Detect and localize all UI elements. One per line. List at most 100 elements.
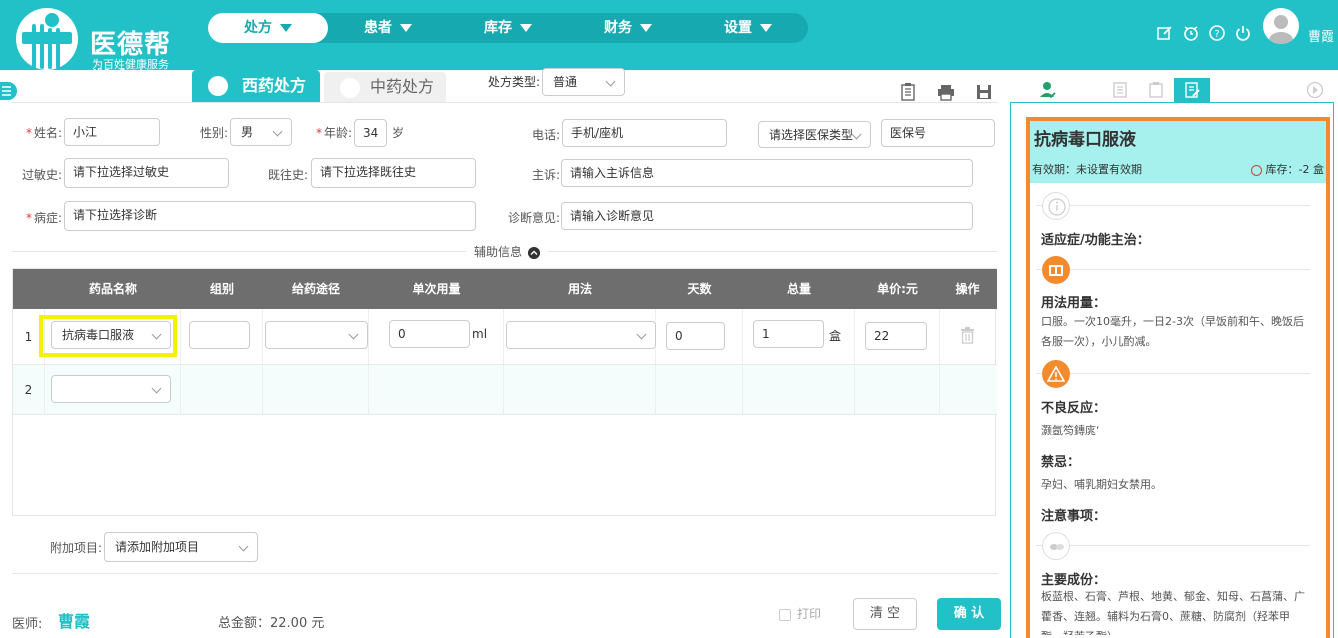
tab-history[interactable] (1102, 78, 1138, 102)
table-row: 2 (13, 365, 997, 415)
chevron-down-icon (280, 24, 292, 32)
name-input[interactable]: 小江 (64, 118, 160, 146)
info-icon (1042, 192, 1070, 220)
aux-info-toggle[interactable]: 辅助信息 (466, 243, 548, 260)
user-icon (1269, 15, 1293, 44)
user-name[interactable]: 曹霞 (1308, 26, 1334, 45)
usage-text: 口服。一次10毫升，一日2-3次（早饭前和午、晚饭后各服一次），小儿酌减。 (1041, 315, 1304, 348)
gender-select[interactable]: 男 (230, 118, 292, 146)
alarm-clock-icon[interactable] (1182, 24, 1200, 42)
history-input[interactable]: 请下拉选择既往史 (311, 158, 476, 188)
adverse-title: 不良反应： (1041, 401, 1107, 416)
diagnosis-label: * 病症: (25, 211, 62, 225)
table-row: 1 抗病毒口服液 0 ml 0 1 盒 22 (13, 309, 997, 365)
group-input[interactable] (189, 321, 250, 349)
save-icon[interactable] (974, 82, 994, 102)
usage-icon (1042, 256, 1070, 284)
warning-triangle-icon (1042, 360, 1070, 388)
tab-patient-check[interactable] (1030, 78, 1066, 102)
tab-drug-info[interactable] (1174, 78, 1210, 102)
extra-label: 附加项目: (50, 541, 103, 555)
logo-icon (16, 8, 78, 70)
help-icon[interactable]: ? (1208, 24, 1226, 42)
action-cell (940, 309, 995, 364)
edit-icon[interactable] (1156, 24, 1174, 42)
indication-title: 适应症/功能主治： (1041, 233, 1150, 248)
usage-select[interactable] (506, 321, 656, 349)
opinion-input[interactable]: 请输入诊断意见 (561, 202, 973, 230)
rx-type-select[interactable]: 普通 (542, 68, 625, 96)
ingredient-text: 板蓝根、石膏、芦根、地黄、郁金、知母、石菖蒲、广藿香、连翘。辅料为石膏0、蔗糖、… (1041, 590, 1305, 635)
days-input[interactable]: 0 (666, 322, 725, 350)
nav-inventory[interactable]: 库存 (448, 13, 568, 43)
clipboard-icon[interactable] (898, 82, 918, 102)
nav-patient[interactable]: 患者 (328, 13, 448, 43)
phone-label: 电话: (531, 128, 560, 142)
rx-type-label: 处方类型: (488, 75, 541, 89)
brand-slogan-en: All For People' s Health (92, 68, 156, 84)
th-usage: 用法 (567, 282, 592, 296)
nav-finance[interactable]: 财务 (568, 13, 688, 43)
usage-title: 用法用量： (1041, 296, 1107, 311)
doctor-name: 曹霞 (58, 612, 91, 631)
th-action: 操作 (955, 282, 980, 296)
chevron-down-icon (520, 24, 532, 32)
confirm-button[interactable]: 确 认 (937, 598, 1001, 630)
nav-settings[interactable]: 设置 (688, 13, 808, 43)
allergy-label: 过敏史: (21, 168, 62, 182)
radio-dot-icon (208, 76, 228, 96)
dose-unit: ml (472, 327, 488, 341)
trash-icon[interactable] (960, 327, 975, 344)
sidebar-toggle[interactable] (0, 82, 17, 100)
print-icon[interactable] (936, 82, 956, 102)
total-input[interactable]: 1 (753, 320, 824, 348)
age-unit: 岁 (392, 126, 405, 140)
divider (12, 102, 998, 103)
chevron-down-icon (760, 24, 772, 32)
tab-spacer (1066, 78, 1102, 102)
chevron-up-icon (527, 246, 540, 259)
extra-select[interactable]: 请添加附加项目 (104, 532, 258, 562)
dose-input[interactable]: 0 (389, 320, 470, 348)
toolbar (898, 82, 994, 102)
tab-chinese-rx[interactable]: 中药处方 (324, 72, 446, 102)
doctor-label: 医师: (12, 617, 43, 632)
drug-select[interactable] (51, 375, 171, 403)
diagnosis-input[interactable]: 请下拉选择诊断 (64, 201, 476, 231)
age-input[interactable]: 34 (354, 119, 387, 147)
drug-stock: 库存：-2 盒 (1250, 161, 1324, 177)
th-route: 给药途径 (291, 282, 340, 296)
price-input[interactable]: 22 (865, 322, 927, 350)
th-index (13, 269, 45, 309)
play-icon[interactable] (1306, 81, 1324, 99)
contra-title: 禁忌： (1041, 455, 1081, 470)
complaint-input[interactable]: 请输入主诉信息 (561, 159, 973, 187)
svg-text:?: ? (1214, 29, 1219, 40)
main-nav: 处方 患者 库存 财务 设置 (208, 13, 808, 43)
th-days: 天数 (687, 282, 712, 296)
brand-logo[interactable]: 医德帮 为百姓健康服务 All For People' s Health (12, 6, 182, 84)
allergy-input[interactable]: 请下拉选择过敏史 (64, 158, 229, 188)
chevron-down-icon (348, 329, 359, 340)
route-select[interactable] (265, 321, 368, 349)
history-label: 既往史: (267, 168, 308, 182)
avatar[interactable] (1263, 8, 1299, 44)
contra-text: 孕妇、哺乳期妇女禁用。 (1041, 478, 1162, 491)
nav-prescription[interactable]: 处方 (208, 13, 328, 43)
th-total: 总量 (786, 282, 811, 296)
tab-western-rx[interactable]: 西药处方 (192, 70, 320, 102)
name-label: * 姓名: (25, 126, 62, 140)
tab-notes[interactable] (1138, 78, 1174, 102)
drug-select[interactable]: 抗病毒口服液 (51, 321, 171, 349)
phone-input[interactable]: 手机/座机 (562, 119, 727, 147)
checkbox-icon (779, 608, 791, 621)
clear-button[interactable]: 清 空 (853, 598, 917, 630)
insurance-no-input[interactable]: 医保号 (881, 119, 995, 147)
power-icon[interactable] (1234, 24, 1252, 42)
price-cell: 22 (855, 309, 940, 364)
drug-table: 药品名称 组别 给药途径 单次用量 用法 天数 总量 单价:元 操作 1 抗病毒… (12, 268, 997, 516)
radio-dot-icon (340, 78, 360, 98)
days-cell: 0 (656, 309, 743, 364)
print-checkbox[interactable]: 打印 (779, 605, 821, 622)
insurance-type-select[interactable]: 请选择医保类型 (758, 121, 871, 148)
